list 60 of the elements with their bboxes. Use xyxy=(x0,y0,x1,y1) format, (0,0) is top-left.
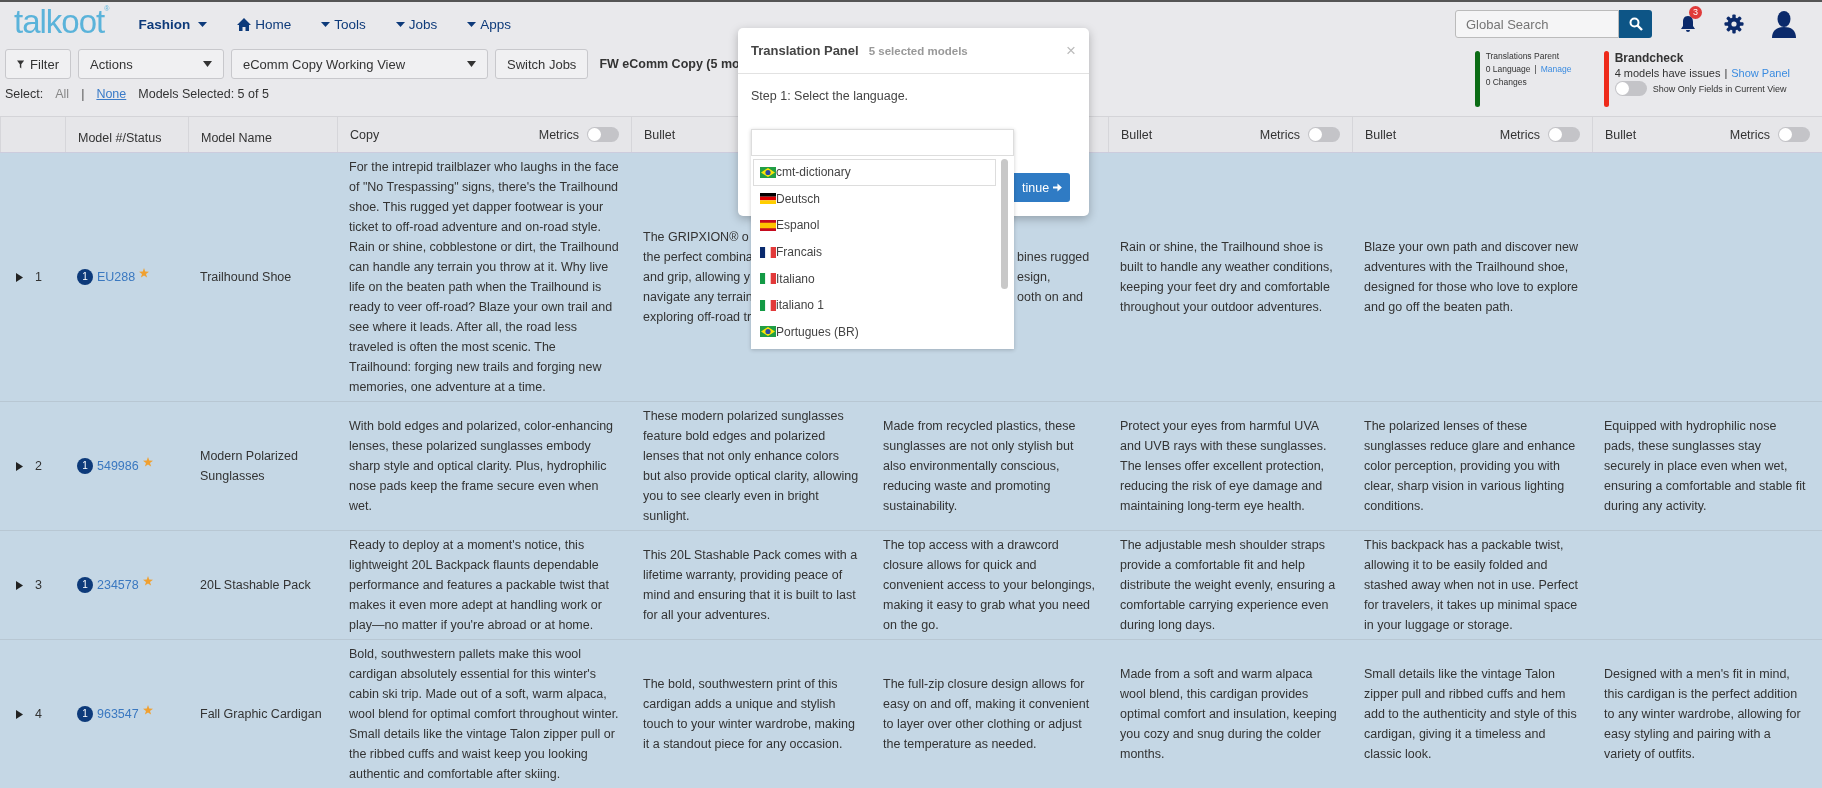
model-name: Fall Graphic Cardigan xyxy=(200,706,322,723)
table-cell-text: These modern polarized sunglasses feature bold edges and polarized lenses that not only enhance colors but also provide optical clarity, allowing you to see clearly even in bright sunlight. xyxy=(643,408,859,525)
table-cell-text: Protect your eyes from harmful UVA and UVB rays with these sunglasses. The lenses offer excellent protection, reducing the risk of eye damage and maintaining long-term eye health. xyxy=(1120,418,1328,515)
table-cell-text: With bold edges and polarized, color-enhancing lenses, these polarized sunglasses embody sharp style and optical clarity. Plus, hydrophilic nose pads keep the frame secure even when wet. xyxy=(349,418,615,515)
changes-count: 0 Changes xyxy=(1485,77,1528,87)
table-cell-text: Blaze your own path and discover new adventures with the Trailhound shoe, designed for those who love to explore and go off the beaten path. xyxy=(1364,239,1580,316)
table-cell-text: Made from a soft and warm alpaca wool blend, this cardigan provides optimal comfort and insulation, keeping you cozy and snug during the colder months. xyxy=(1120,666,1338,763)
row-number: 4 xyxy=(35,706,42,723)
table-cell-text: The full-zip closure design allows for easy on and off, making it convenient to layer over other clothing or adjust the temperature as needed. xyxy=(883,676,1091,753)
model-name: Trailhound Shoe xyxy=(200,269,292,286)
modal-subtitle: 5 selected models xyxy=(868,44,968,57)
table-cell-text: exploring off-road tr xyxy=(643,309,753,326)
status-badge: 1 xyxy=(77,269,93,285)
header-cell: Bullet Metrics xyxy=(1592,117,1822,152)
select-label: Select: xyxy=(5,87,44,101)
language-count: 0 Language xyxy=(1485,64,1531,74)
separator: | xyxy=(1534,64,1537,74)
table-cell-text: Small details like the vintage Talon zipper pull and ribbed cuffs and hem add to the authenticity and style of this cardigan, giving it a timeless and classic look. xyxy=(1364,666,1578,763)
table-cell-text: Bold, southwestern pallets make this wool cardigan absolutely essential for this winter's cabin ski trip. Made out of a soft, warm alpaca, wool blend for optimal comfort throughout winter. Small details like the vintage Talon zipper pull or the ribbed cuffs and waist keep you looking authentic and comfortable after skiing. xyxy=(349,646,619,783)
table-cell-text: Ready to deploy at a moment's notice, this lightweight 20L Backpack flaunts dependable performance and features a packable twist that makes it even more adept at handling work or play—no matter if you're abroad or at home. xyxy=(349,537,610,634)
table-cell-text: esign, xyxy=(1017,269,1052,286)
row-number: 1 xyxy=(35,269,42,286)
header-cell: Bullet Metrics xyxy=(1108,117,1352,152)
row-number: 2 xyxy=(35,458,42,475)
header-cell: Model #/Status xyxy=(65,117,188,152)
table-cell-text: The top access with a drawcord closure allows for quick and convenient access to your belongings, making it easy to grab what you need on the go. xyxy=(883,537,1096,634)
table-cell-text: The bold, southwestern print of this cardigan adds a unique and stylish touch to your winter wardrobe, making it a standout piece for any occasion. xyxy=(643,676,856,753)
table-cell-text: Made from recycled plastics, these sunglasses are not only stylish but also environmentally conscious, reducing waste and promoting sustainability. xyxy=(883,418,1077,515)
status-badge: 1 xyxy=(77,577,93,593)
table-cell-text: bines rugged xyxy=(1017,249,1090,266)
status-badge: 1 xyxy=(77,458,93,474)
table-cell-text: Rain or shine, the Trailhound shoe is built to handle any weather conditions, keeping your feet dry and comfortable throughout your outdoor adventures. xyxy=(1120,239,1334,316)
issues-text: 4 models have issues xyxy=(1614,67,1721,79)
modal-title: Translation Panel xyxy=(751,43,859,58)
notification-badge: 3 xyxy=(1689,6,1702,19)
step-label: Step 1: Select the language. xyxy=(751,89,909,103)
selection-summary: Models Selected: 5 of 5 xyxy=(138,87,269,101)
table-cell-text: The GRIPXION® o xyxy=(643,229,750,246)
table-cell-text: The adjustable mesh shoulder straps provide a comfortable fit and help distribute the weight evenly, ensuring a comfortable carrying experience even during long days. xyxy=(1120,537,1337,634)
toggle-label: Show Only Fields in Current View xyxy=(1652,83,1787,94)
table-cell-text: This backpack has a packable twist, allowing it to be easily folded and stashed away when not in use. Perfect for travelers, it takes up minimal space in your luggage or storage. xyxy=(1364,537,1579,634)
table-cell-text: Designed with a men's fit in mind, this cardigan is the perfect addition to any winter wardrobe, allowing for easy styling and pairing with a variety of outfits. xyxy=(1604,666,1802,763)
table-cell-text: For the intrepid trailblazer who laughs in the face of "No Trespassing" signs, there's the Trailhound shoe. This rugged yet dapper footwear is your ticket to off-road adventure and on-road style. Rain or shine, cobblestone or dirt, the Trailhound can handle any terrain you throw at it. Why live life on the beaten path when the Trailhound is ready to veer off-road? Blaze your own trail and see where it leads. After all, the road less traveled is often the most scenic. The Trailhound: forging new trails and forging new memories, one adventure at a time. xyxy=(349,159,619,396)
separator: | xyxy=(81,87,85,101)
table-cell-text: Equipped with hydrophilic nose pads, these sunglasses stay securely in place even when wet, ensuring a comfortable and stable fit during any activity. xyxy=(1604,418,1807,515)
table-cell-text: This 20L Stashable Pack comes with a lifetime warranty, providing peace of mind and ensuring that it is built to last for all your adventures. xyxy=(643,547,859,624)
separator: | xyxy=(1724,67,1728,79)
header-cell: Copy Metrics xyxy=(337,117,631,152)
table-cell-text: the perfect combina xyxy=(643,249,753,266)
table-cell-text: and grip, allowing y xyxy=(643,269,751,286)
brandcheck-title: Brandcheck xyxy=(1614,51,1685,65)
translations-title: Translations Parent xyxy=(1485,51,1561,61)
header-cell: Model Name xyxy=(188,117,337,152)
header-cell: Bullet Metrics xyxy=(1352,117,1592,152)
table-cell-text: The polarized lenses of these sunglasses reduce glare and enhance color perception, providing you with clear, sharp vision in various lighting conditions. xyxy=(1364,418,1577,515)
status-badge: 1 xyxy=(77,706,93,722)
model-name: Modern Polarized Sunglasses xyxy=(200,448,299,485)
row-number: 3 xyxy=(35,577,42,594)
model-name: 20L Stashable Pack xyxy=(200,577,311,594)
table-cell-text: ooth on and xyxy=(1017,289,1085,306)
